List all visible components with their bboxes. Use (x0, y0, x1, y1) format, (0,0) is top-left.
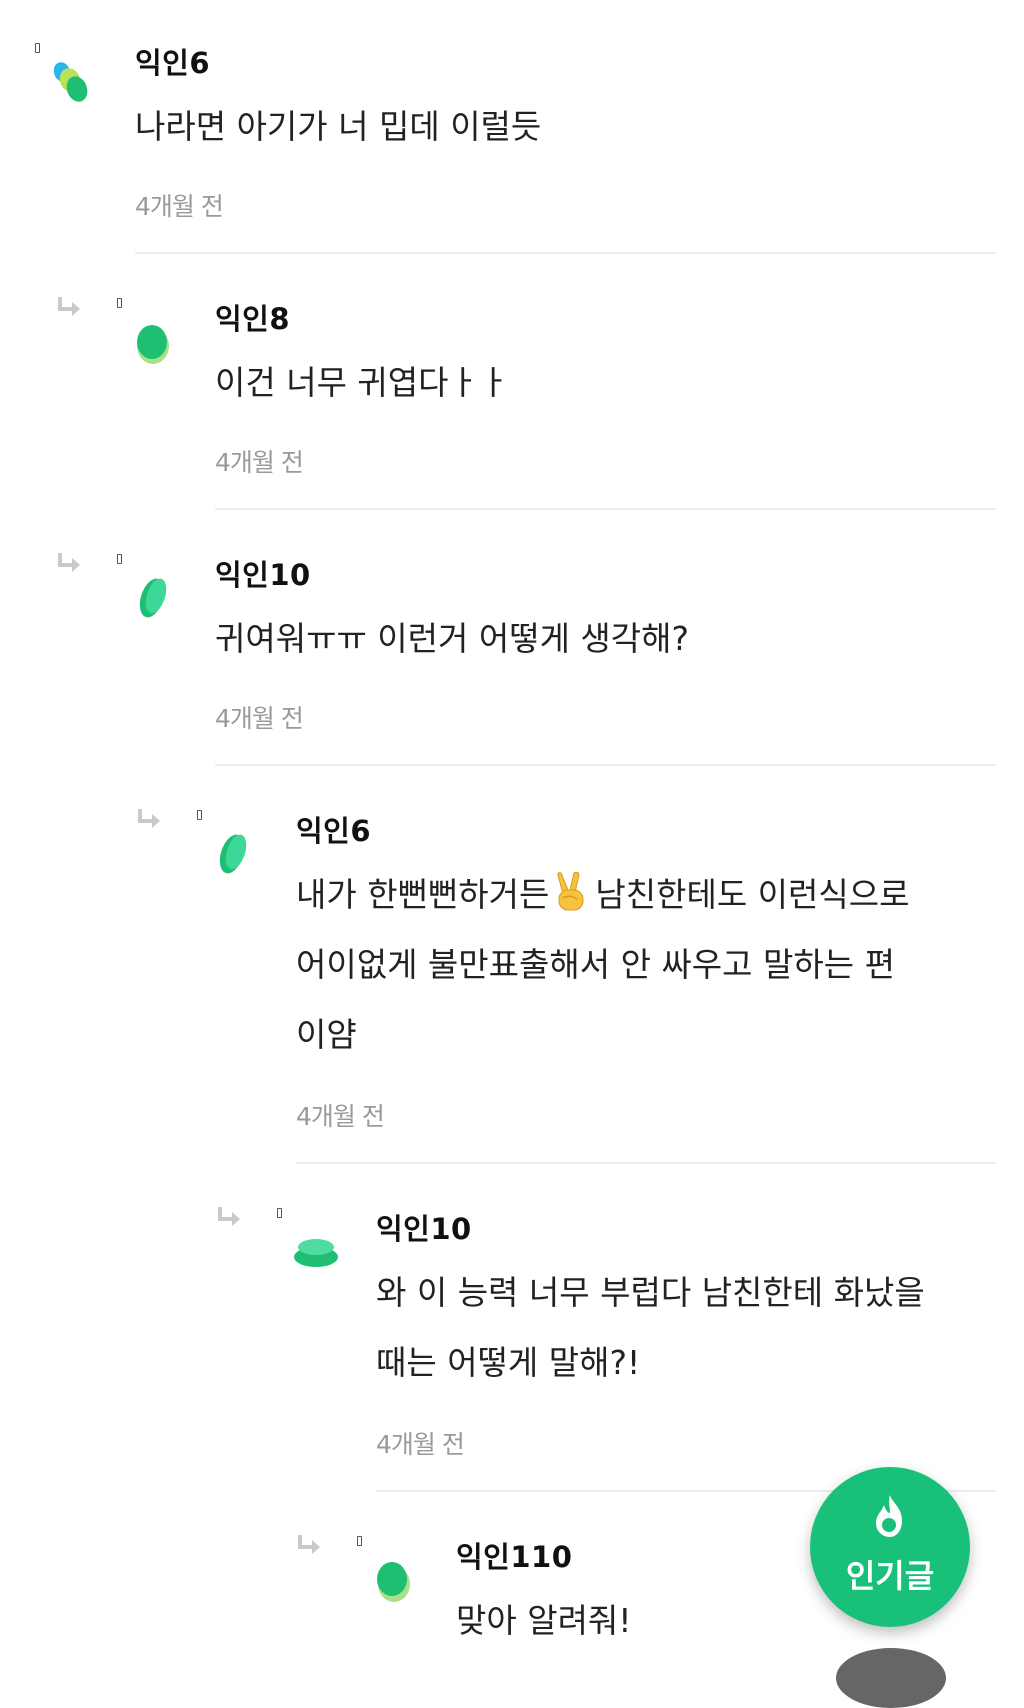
reply-arrow-icon (57, 296, 83, 318)
popular-posts-label: 인기글 (845, 1557, 935, 1595)
comment-text: 나라면 아기가 너 밉데 이럴듯 (135, 107, 542, 146)
avatar (212, 830, 256, 878)
divider (215, 764, 996, 766)
divider (215, 508, 996, 510)
reply-arrow-icon (297, 1534, 323, 1556)
comment-marker-icon (277, 1208, 282, 1218)
timestamp: 4개월 전 (215, 448, 304, 477)
avatar (132, 574, 176, 622)
timestamp: 4개월 전 (135, 192, 224, 221)
author-name[interactable]: 익인10 (215, 552, 311, 594)
author-name[interactable]: 익인110 (456, 1534, 572, 1576)
divider (296, 1162, 996, 1164)
comment-text-part: 내가 한뻔뻔하거든 (296, 875, 550, 914)
comment-text: 이얌 (296, 1015, 357, 1054)
timestamp: 4개월 전 (296, 1102, 385, 1131)
comment-marker-icon (357, 1536, 362, 1546)
author-name[interactable]: 익인6 (296, 808, 371, 850)
comment-text-part: 남친한테도 이런식으로 (595, 875, 910, 914)
comment-marker-icon (35, 43, 40, 53)
comment-text: 이건 너무 귀엽다ㅏㅏ (215, 363, 510, 402)
avatar (372, 1556, 416, 1604)
avatar (50, 58, 94, 106)
fire-icon (868, 1493, 912, 1541)
author-name[interactable]: 익인6 (135, 40, 210, 82)
comment-marker-icon (117, 554, 122, 564)
scroll-to-top-button[interactable] (836, 1648, 946, 1708)
author-name[interactable]: 익인10 (376, 1206, 472, 1248)
comment-text: 맞아 알려줘! (456, 1601, 632, 1640)
popular-posts-button[interactable]: 인기글 (810, 1467, 970, 1627)
comment-text: 와 이 능력 너무 부럽다 남친한테 화났을 (376, 1273, 925, 1312)
comment-marker-icon (197, 810, 202, 820)
comment-text: 귀여워ㅠㅠ 이런거 어떻게 생각해? (215, 619, 690, 658)
reply-arrow-icon (137, 808, 163, 830)
avatar (132, 318, 176, 366)
avatar (292, 1228, 338, 1276)
comment-text: 어이없게 불만표출해서 안 싸우고 말하는 편 (296, 945, 895, 984)
timestamp: 4개월 전 (376, 1430, 465, 1459)
divider (135, 252, 996, 254)
comment-text: 때는 어떻게 말해?! (376, 1343, 641, 1382)
timestamp: 4개월 전 (215, 704, 304, 733)
reply-arrow-icon (217, 1206, 243, 1228)
comment-marker-icon (117, 298, 122, 308)
reply-arrow-icon (57, 552, 83, 574)
author-name[interactable]: 익인8 (215, 296, 290, 338)
comment-text: 내가 한뻔뻔하거든 남친한테도 이런식으로 (296, 860, 909, 936)
victory-hand-icon (553, 866, 591, 936)
